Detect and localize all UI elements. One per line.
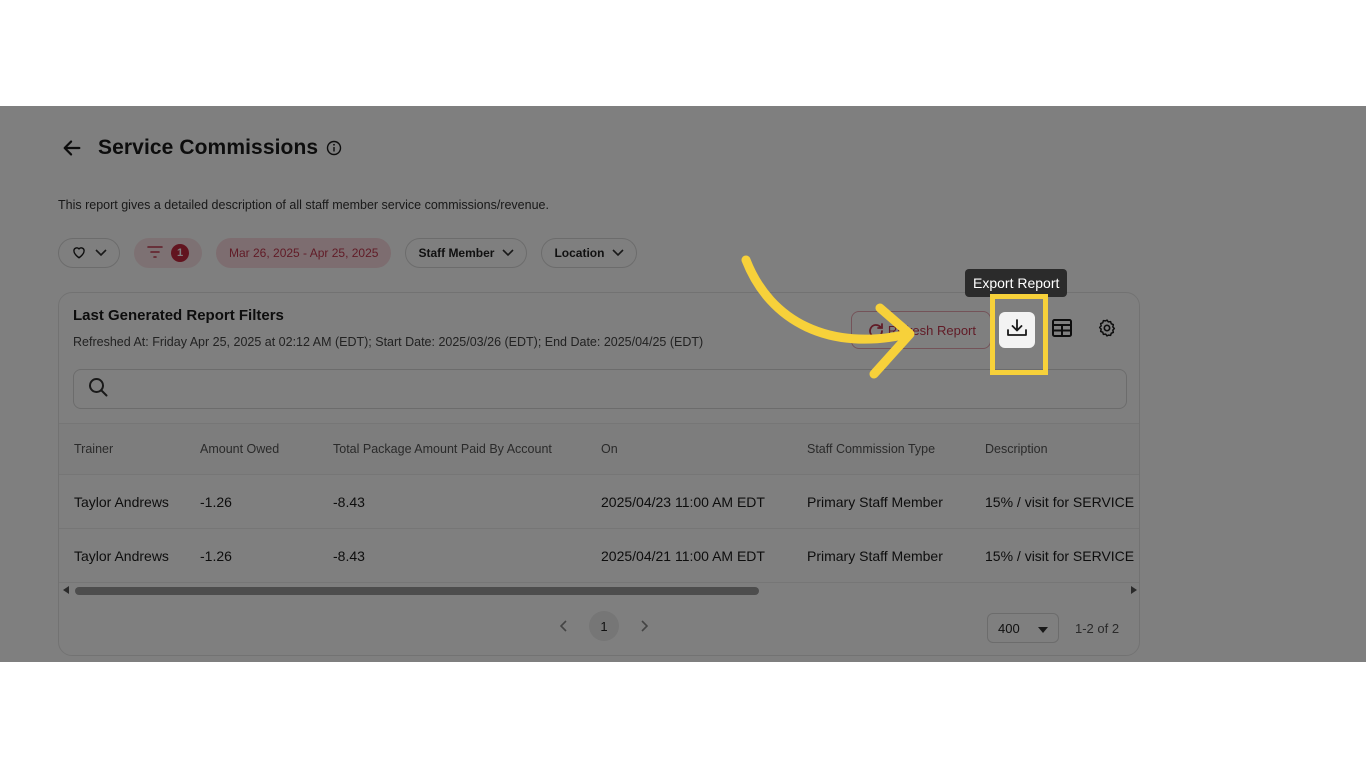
previous-page-icon[interactable] — [553, 615, 575, 637]
report-card: Last Generated Report Filters Refreshed … — [58, 292, 1140, 656]
table-cell: -1.26 — [200, 493, 232, 510]
page-title: Service Commissions — [98, 136, 319, 159]
table-cell: 2025/04/21 11:00 AM EDT — [601, 547, 765, 564]
column-header[interactable]: On — [601, 424, 618, 474]
refresh-report-button[interactable]: Refresh Report — [851, 311, 991, 349]
staff-member-dropdown[interactable]: Staff Member — [405, 238, 528, 268]
table-cell: -8.43 — [333, 493, 365, 510]
refresh-report-label: Refresh Report — [887, 322, 976, 338]
table-cell: 2025/04/23 11:00 AM EDT — [601, 493, 765, 510]
info-icon[interactable] — [326, 140, 342, 156]
favorites-dropdown[interactable] — [58, 238, 120, 268]
column-header[interactable]: Total Package Amount Paid By Account — [333, 424, 552, 474]
horizontal-scrollbar[interactable] — [59, 583, 1139, 597]
date-range-label: Mar 26, 2025 - Apr 25, 2025 — [229, 246, 379, 260]
refresh-icon — [866, 321, 886, 341]
settings-button[interactable] — [1090, 313, 1124, 347]
report-table: Trainer Amount Owed Total Package Amount… — [59, 423, 1140, 583]
scroll-left-icon[interactable] — [63, 586, 69, 594]
date-range-chip[interactable]: Mar 26, 2025 - Apr 25, 2025 — [216, 238, 392, 268]
gear-icon — [1097, 318, 1117, 343]
search-icon — [88, 377, 108, 402]
export-report-button[interactable] — [999, 312, 1035, 348]
table-cell: -8.43 — [333, 547, 365, 564]
heart-icon — [71, 245, 87, 262]
table-cell: -1.26 — [200, 547, 232, 564]
filters-button[interactable]: 1 — [134, 238, 202, 268]
page-size-select[interactable]: 400 — [987, 613, 1059, 643]
column-header[interactable]: Description — [985, 424, 1048, 474]
table-cell: Taylor Andrews — [74, 493, 169, 510]
table-cell: Taylor Andrews — [74, 547, 169, 564]
page-size-value: 400 — [998, 620, 1020, 636]
filter-count-badge: 1 — [171, 244, 189, 262]
chevron-down-icon — [502, 246, 515, 260]
table-row: Taylor Andrews -1.26 -8.43 2025/04/23 11… — [59, 475, 1140, 529]
column-header[interactable]: Staff Commission Type — [807, 424, 935, 474]
location-dropdown[interactable]: Location — [541, 238, 638, 268]
table-icon — [1052, 318, 1072, 342]
staff-member-label: Staff Member — [418, 246, 495, 260]
table-cell: 15% / visit for SERVICE 1 — [985, 547, 1140, 564]
report-filters-title: Last Generated Report Filters — [73, 307, 284, 324]
app-stage: Service Commissions This report gives a … — [0, 106, 1366, 662]
download-icon — [1006, 318, 1028, 343]
table-cell: Primary Staff Member — [807, 547, 943, 564]
next-page-icon[interactable] — [633, 615, 655, 637]
title-row: Service Commissions — [60, 136, 342, 160]
table-cell: 15% / visit for SERVICE 1 — [985, 493, 1140, 510]
column-header[interactable]: Trainer — [74, 424, 113, 474]
refreshed-info: Refreshed At: Friday Apr 25, 2025 at 02:… — [73, 335, 704, 349]
search-field[interactable] — [73, 369, 1127, 409]
page-number-button[interactable]: 1 — [589, 611, 619, 641]
scroll-right-icon[interactable] — [1131, 586, 1137, 594]
caret-down-icon — [1038, 621, 1048, 636]
export-tooltip: Export Report — [965, 269, 1068, 297]
filter-bar: 1 Mar 26, 2025 - Apr 25, 2025 Staff Memb… — [58, 238, 638, 268]
table-row: Taylor Andrews -1.26 -8.43 2025/04/21 11… — [59, 529, 1140, 583]
chevron-down-icon — [95, 246, 107, 260]
chevron-down-icon — [612, 246, 625, 260]
table-view-button[interactable] — [1045, 313, 1079, 347]
search-input[interactable] — [118, 370, 1126, 408]
filter-icon — [147, 245, 163, 261]
result-range: 1-2 of 2 — [1075, 620, 1120, 636]
pagination: 1 — [553, 611, 655, 641]
scrollbar-thumb[interactable] — [75, 587, 759, 595]
page-description: This report gives a detailed description… — [58, 198, 549, 212]
column-header[interactable]: Amount Owed — [200, 424, 279, 474]
table-header: Trainer Amount Owed Total Package Amount… — [59, 423, 1139, 475]
back-arrow-icon[interactable] — [60, 136, 84, 160]
table-cell: Primary Staff Member — [807, 493, 943, 510]
location-label: Location — [554, 246, 605, 260]
